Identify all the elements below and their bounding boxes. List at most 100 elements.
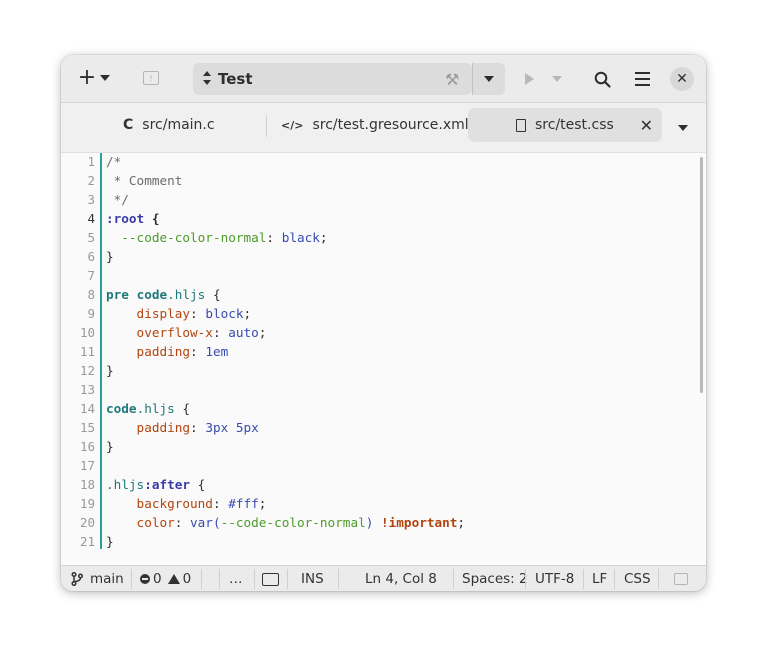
ide-window: + ! Test ⚒ ✕ C src/main.c </> src/test.g… [61,55,706,591]
error-icon [140,574,150,584]
build-menu-button[interactable] [473,63,505,95]
error-count: 0 [153,571,162,587]
line-number-gutter: 1 2 3 4 5 6 7 8 9 10 11 12 13 14 15 16 1… [61,153,102,549]
status-divider [201,569,202,589]
encoding[interactable]: UTF-8 [535,566,574,591]
code-line: padding: 1em [106,344,229,359]
branch-indicator[interactable]: main [71,566,124,591]
header-bar: + ! Test ⚒ ✕ [61,55,706,103]
open-folder-button[interactable] [262,566,279,591]
code-line: * Comment [106,173,183,188]
tabs-menu-button[interactable] [678,125,688,131]
code-line: --code-color-normal: black; [106,230,328,245]
status-divider [131,569,132,589]
line-number: 6 [87,249,95,264]
tab-bar: C src/main.c </> src/test.gresource.xml … [61,103,706,153]
main-menu-button[interactable] [629,66,655,92]
chevron-down-icon [678,125,688,131]
tab-label: src/main.c [142,117,215,133]
line-number: 18 [79,477,95,492]
code-line: } [106,363,114,378]
close-icon: ✕ [676,71,688,87]
warning-icon [167,574,180,584]
line-number-current: 4 [87,211,95,226]
line-number: 14 [79,401,95,416]
code-line: background: #fff; [106,496,267,511]
status-divider [338,569,339,589]
status-divider [658,569,659,589]
line-number: 16 [79,439,95,454]
code-line: } [106,534,114,549]
search-button[interactable] [589,66,615,92]
status-divider [254,569,255,589]
code-line: .hljs:after { [106,477,206,492]
git-branch-icon [71,572,83,586]
tab-close-button[interactable]: ✕ [640,116,653,135]
code-line: /* [106,154,122,169]
notification-status-button[interactable] [674,566,688,591]
line-number: 9 [87,306,95,321]
notification-icon[interactable]: ! [143,71,159,85]
notification-icon [674,573,688,585]
code-editor[interactable]: 1 2 3 4 5 6 7 8 9 10 11 12 13 14 15 16 1… [61,153,706,551]
line-number: 15 [79,420,95,435]
cursor-position[interactable]: Ln 4, Col 8 [365,566,437,591]
vertical-scrollbar[interactable] [700,157,703,393]
line-number: 5 [87,230,95,245]
tab-label: src/test.gresource.xml [312,117,469,133]
code-line: */ [106,192,129,207]
diagnostics-indicator[interactable]: 0 0 [140,566,191,591]
status-bar: main 0 0 … INS Ln 4, Col 8 Spaces: 2 UTF… [61,565,706,591]
line-number: 19 [79,496,95,511]
code-line: color: var(--code-color-normal) !importa… [106,515,466,530]
run-button[interactable] [519,69,539,89]
search-icon [594,71,611,88]
line-number: 8 [87,287,95,302]
line-number: 10 [79,325,95,340]
line-number: 3 [87,192,95,207]
status-divider [287,569,288,589]
plus-icon: + [77,65,97,90]
hamburger-icon [634,72,650,74]
line-number: 21 [79,534,95,549]
code-line: } [106,249,114,264]
line-number: 17 [79,458,95,473]
c-file-icon: C [123,117,134,133]
language[interactable]: CSS [624,566,651,591]
chevron-down-icon [552,76,562,82]
code-line: overflow-x: auto; [106,325,267,340]
line-number: 11 [79,344,95,359]
tab-main-c[interactable]: C src/main.c [123,108,215,142]
code-line: code.hljs { [106,401,191,416]
status-divider [453,569,454,589]
more-indicator[interactable]: … [229,566,243,591]
line-number: 20 [79,515,95,530]
code-line-current: :root { [106,211,160,226]
insert-mode[interactable]: INS [301,566,324,591]
run-menu-button[interactable] [547,69,567,89]
tab-divider [266,115,267,137]
code-file-icon: </> [281,118,304,132]
line-ending[interactable]: LF [592,566,607,591]
chevron-down-icon [100,75,111,81]
chevron-down-icon [484,76,494,82]
code-line: } [106,439,114,454]
tab-label: src/test.css [535,117,614,133]
tab-test-css[interactable]: src/test.css ✕ [468,108,662,142]
status-divider [614,569,615,589]
build-hammer-icon[interactable]: ⚒ [445,70,459,89]
line-number: 13 [79,382,95,397]
new-button[interactable]: + [73,66,115,90]
indentation[interactable]: Spaces: 2 [462,566,528,591]
omnibar[interactable]: Test ⚒ [193,63,472,95]
warning-count: 0 [182,571,192,587]
updown-icon [203,70,213,88]
status-divider [525,569,526,589]
code-line: padding: 3px 5px [106,420,259,435]
branch-name: main [90,571,124,587]
play-icon [524,73,534,85]
line-number: 12 [79,363,95,378]
omnibar-title: Test [218,70,253,88]
close-window-button[interactable]: ✕ [670,67,694,91]
tab-gresource-xml[interactable]: </> src/test.gresource.xml [281,108,469,142]
